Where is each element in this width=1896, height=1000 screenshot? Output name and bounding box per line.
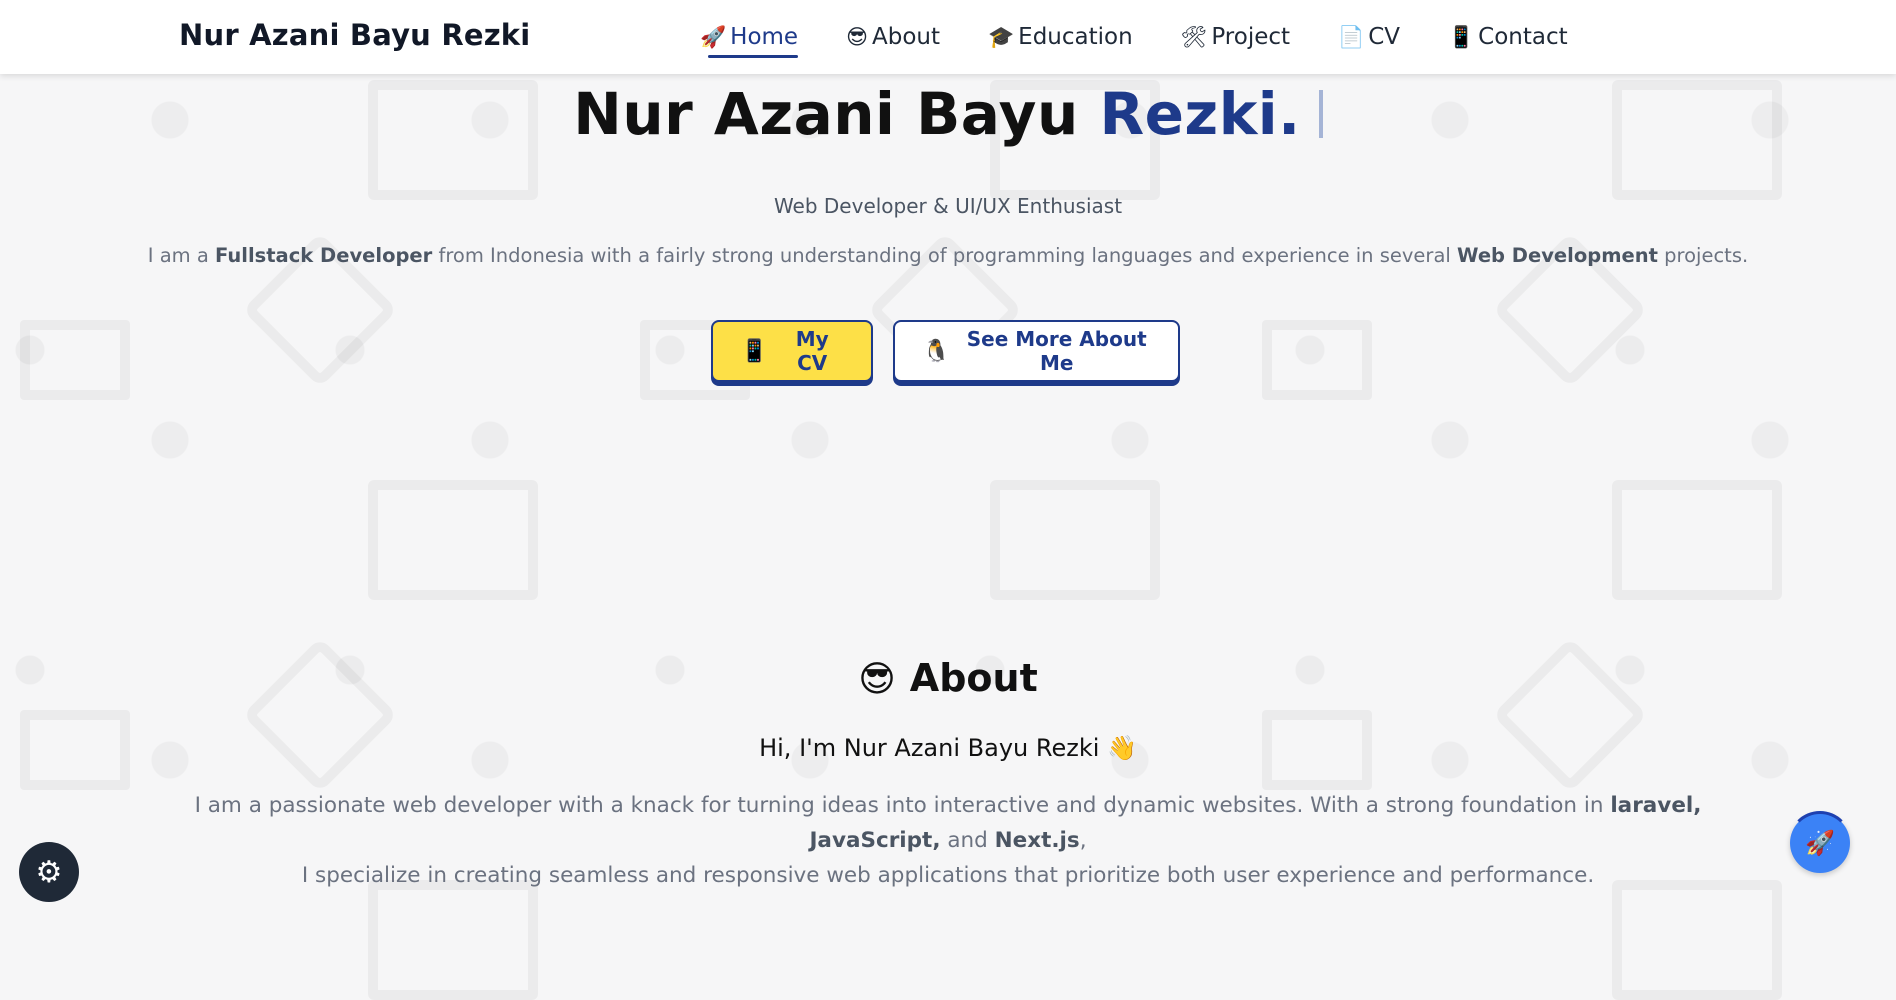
nav-item-label: Education (1018, 24, 1133, 50)
brand-logo[interactable]: Nur Azani Bayu Rezki (179, 18, 530, 52)
nav-item-education[interactable]: 🎓 Education (988, 20, 1133, 54)
about-text-part: , (1079, 828, 1087, 853)
see-more-label: See More About Me (966, 327, 1147, 375)
about-highlight: Next.js (994, 828, 1080, 853)
sunglasses-face-icon: 😎 (846, 25, 868, 49)
intro-text: projects. (1657, 244, 1749, 267)
about-text-part: I specialize in creating seamless and re… (301, 863, 1595, 888)
about-text-part: I am a passionate web developer with a k… (194, 793, 1611, 818)
navbar: Nur Azani Bayu Rezki 🚀 Home 😎 About 🎓 Ed… (0, 0, 1896, 74)
graduation-cap-icon: 🎓 (988, 24, 1015, 49)
about-title: About (909, 656, 1038, 700)
my-cv-button[interactable]: 📱 My CV (710, 320, 873, 382)
intro-text: I am a (147, 244, 216, 267)
settings-button[interactable]: ⚙ (19, 842, 79, 902)
about-greeting: Hi, I'm Nur Azani Bayu Rezki 👋 (759, 734, 1137, 762)
intro-highlight: Web Development (1457, 244, 1658, 267)
about-text: I am a passionate web developer with a k… (130, 788, 1766, 893)
hero-title-main: Nur Azani Bayu (573, 80, 1100, 148)
rocket-icon: 🚀 (1805, 829, 1835, 857)
see-more-button[interactable]: 🐧 See More About Me (892, 320, 1180, 382)
nav-item-about[interactable]: 😎 About (846, 20, 940, 54)
main-nav: 🚀 Home 😎 About 🎓 Education 🛠 Project 📄 C… (700, 20, 1616, 58)
typing-caret (1318, 90, 1323, 138)
phone-icon: 📱 (740, 338, 768, 364)
nav-item-label: CV (1368, 24, 1400, 50)
hero-title: Nur Azani Bayu Rezki. (0, 80, 1896, 148)
nav-item-project[interactable]: 🛠 Project (1181, 20, 1290, 54)
rocket-icon: 🚀 (700, 24, 727, 49)
hero-title-accent: Rezki. (1099, 80, 1301, 148)
about-text-part: and (940, 828, 995, 853)
nav-item-label: About (871, 24, 940, 50)
intro-highlight: Fullstack Developer (215, 244, 433, 267)
nav-item-label: Home (730, 24, 799, 50)
about-heading: 😎 About (0, 656, 1896, 700)
sunglasses-face-icon: 😎 (858, 659, 896, 700)
nav-item-contact[interactable]: 📱 Contact (1448, 20, 1568, 54)
hero-subtitle: Web Developer & UI/UX Enthusiast (773, 194, 1123, 218)
hero-intro: I am a Fullstack Developer from Indonesi… (0, 244, 1896, 267)
nav-item-label: Contact (1478, 24, 1568, 50)
scroll-to-top-button[interactable]: 🚀 (1788, 811, 1852, 873)
nav-item-cv[interactable]: 📄 CV (1338, 20, 1400, 54)
hero-buttons: 📱 My CV 🐧 See More About Me (0, 320, 1896, 382)
tools-icon: 🛠 (1180, 24, 1208, 49)
intro-text: from Indonesia with a fairly strong unde… (432, 244, 1458, 267)
penguin-icon: 🐧 (922, 338, 950, 364)
document-icon: 📄 (1338, 24, 1365, 49)
my-cv-label: My CV (795, 327, 829, 375)
phone-icon: 📱 (1448, 24, 1475, 49)
nav-item-home[interactable]: 🚀 Home (700, 20, 799, 58)
nav-item-label: Project (1211, 24, 1291, 50)
gear-icon: ⚙ (35, 854, 63, 890)
